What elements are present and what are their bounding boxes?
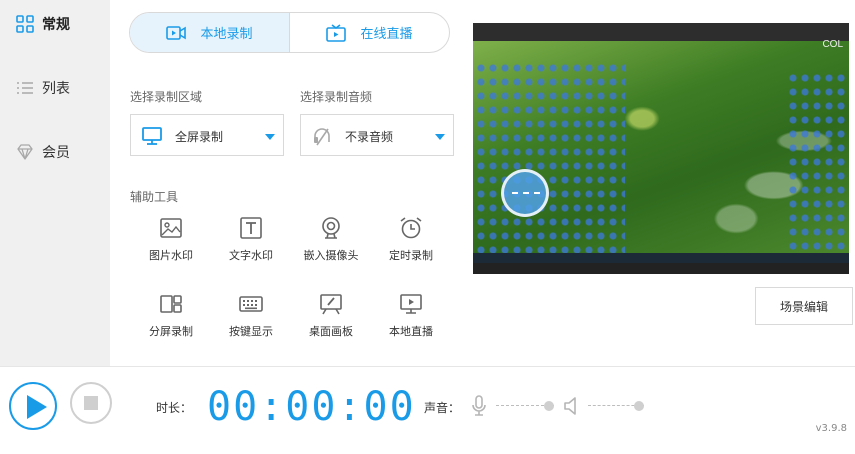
speaker-icon[interactable] (563, 397, 579, 415)
record-area-label: 选择录制区域 (130, 90, 203, 104)
tab-label: 在线直播 (360, 27, 413, 42)
tool-label: 定时录制 (389, 249, 433, 262)
record-audio-select[interactable]: 不录音频 (300, 114, 454, 156)
chevron-down-icon (265, 134, 275, 140)
mute-icon (314, 128, 330, 146)
keyboard-icon (239, 296, 263, 312)
video-record-icon (166, 25, 187, 40)
slider-thumb[interactable] (544, 401, 554, 411)
local-live-icon (400, 294, 422, 314)
drawing-board-icon (320, 294, 342, 315)
tool-label: 文字水印 (229, 249, 273, 262)
app-window: 常规 列表 会员 本地录制 在线直播 选择录制区域 全屏录制 选择录制音频 不录… (0, 0, 855, 454)
record-audio-value: 不录音频 (345, 130, 394, 144)
screen-preview: COL (473, 23, 849, 274)
tool-split-screen[interactable]: 分屏录制 (133, 292, 209, 344)
tool-embed-webcam[interactable]: 嵌入摄像头 (293, 216, 369, 268)
tool-text-watermark[interactable]: 文字水印 (213, 216, 289, 268)
stop-icon (84, 396, 98, 410)
preview-taskbar (473, 253, 849, 263)
duration-label: 时长： (156, 401, 193, 415)
tool-image-watermark[interactable]: 图片水印 (133, 216, 209, 268)
grid-icon (16, 15, 34, 33)
tab-local-record[interactable]: 本地录制 (130, 13, 289, 52)
preview-corner-text: COL (822, 39, 843, 50)
tool-key-display[interactable]: 按键显示 (213, 292, 289, 344)
sidebar-item-label: 常规 (42, 17, 70, 33)
speaker-volume-slider[interactable] (588, 400, 644, 412)
sidebar-item-general[interactable]: 常规 (0, 4, 110, 44)
text-icon (240, 217, 262, 239)
list-icon (17, 82, 33, 94)
tools-label: 辅助工具 (130, 190, 179, 204)
mode-tabs: 本地录制 在线直播 (129, 12, 450, 53)
monitor-icon (142, 127, 162, 145)
sidebar-item-list[interactable]: 列表 (0, 68, 110, 108)
version-label: v3.9.8 (815, 423, 847, 434)
tab-online-live[interactable]: 在线直播 (289, 13, 449, 52)
bottom-control-bar: 时长： 00:00:00 声音： v3.9.8 (0, 366, 855, 454)
tool-label: 分屏录制 (149, 325, 193, 338)
tv-live-icon (326, 23, 347, 42)
mic-volume-slider[interactable] (496, 400, 554, 412)
microphone-icon[interactable] (472, 395, 486, 417)
split-screen-icon (160, 295, 182, 313)
sidebar-item-label: 会员 (42, 145, 70, 161)
chevron-down-icon (435, 134, 445, 140)
tab-label: 本地录制 (200, 27, 253, 42)
desktop-icons (475, 61, 625, 261)
webcam-icon (322, 217, 340, 239)
tool-local-live[interactable]: 本地直播 (373, 292, 449, 344)
sound-label: 声音： (424, 401, 461, 415)
tool-desktop-board[interactable]: 桌面画板 (293, 292, 369, 344)
diamond-icon (17, 144, 33, 160)
sidebar-item-member[interactable]: 会员 (0, 132, 110, 172)
duration-timer: 00:00:00 (207, 384, 416, 430)
tool-label: 按键显示 (229, 325, 273, 338)
image-icon (160, 218, 182, 238)
alarm-icon (400, 217, 422, 239)
recording-cursor-indicator (501, 169, 549, 217)
stop-button[interactable] (70, 382, 112, 424)
tool-label: 本地直播 (389, 325, 433, 338)
scene-edit-button[interactable]: 场景编辑 (755, 287, 853, 325)
record-audio-label: 选择录制音频 (300, 90, 373, 104)
slider-thumb[interactable] (634, 401, 644, 411)
sidebar-item-label: 列表 (42, 81, 70, 97)
play-button[interactable] (9, 382, 57, 430)
sidebar: 常规 列表 会员 (0, 0, 110, 366)
play-icon (27, 395, 47, 419)
record-area-select[interactable]: 全屏录制 (130, 114, 284, 156)
tool-label: 桌面画板 (309, 325, 353, 338)
desktop-wallpaper-image: COL (473, 39, 849, 263)
preview-bottom-strip (473, 263, 849, 274)
tool-label: 嵌入摄像头 (303, 249, 359, 262)
tool-label: 图片水印 (149, 249, 193, 262)
tool-timed-record[interactable]: 定时录制 (373, 216, 449, 268)
desktop-icons (787, 71, 847, 261)
record-area-value: 全屏录制 (175, 130, 224, 144)
